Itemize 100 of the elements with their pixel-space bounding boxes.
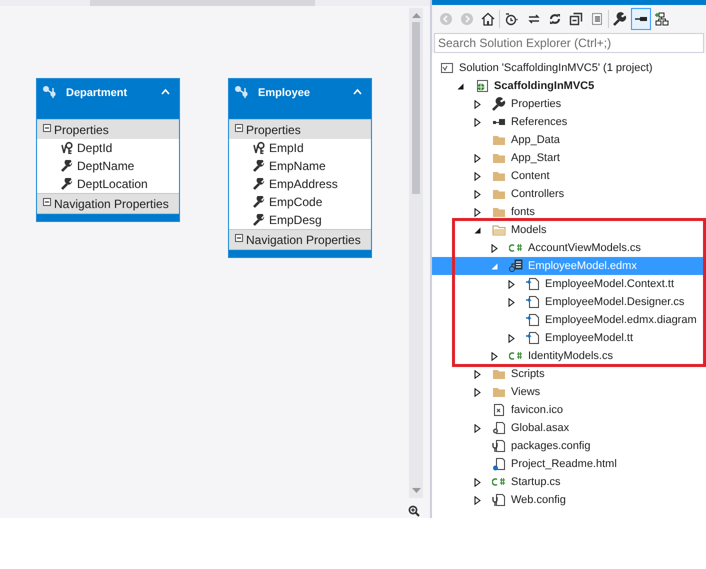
- folder-icon: [492, 169, 506, 183]
- property-name: EmpCode: [269, 194, 322, 211]
- tree-item[interactable]: Views: [432, 383, 706, 401]
- scrollbar[interactable]: [409, 8, 423, 498]
- collapsed-icon[interactable]: [474, 154, 481, 162]
- tree-item[interactable]: packages.config: [432, 437, 706, 455]
- item-label: EmployeeModel.Designer.cs: [545, 294, 684, 310]
- database-file-icon: [509, 259, 523, 273]
- collapsed-icon[interactable]: [474, 478, 481, 486]
- tree-item[interactable]: EmployeeModel.tt: [432, 329, 706, 347]
- collapse-icon[interactable]: [161, 89, 170, 95]
- entity-icon: [234, 85, 250, 99]
- item-label: Web.config: [511, 492, 566, 508]
- tree-item[interactable]: Controllers: [432, 185, 706, 203]
- folder-icon: [492, 151, 506, 165]
- config-file-icon: [492, 439, 506, 453]
- wrench-icon: [61, 178, 73, 190]
- tree-item[interactable]: favicon.ico: [432, 401, 706, 419]
- collapsed-icon[interactable]: [474, 496, 481, 504]
- tree-item[interactable]: EmployeeModel.Context.tt: [432, 275, 706, 293]
- expanded-icon[interactable]: [457, 82, 464, 90]
- key-icon: [61, 142, 73, 154]
- collapsed-icon[interactable]: [474, 118, 481, 126]
- item-label: Startup.cs: [511, 474, 561, 490]
- collapsed-icon[interactable]: [474, 424, 481, 432]
- tree-item[interactable]: EmployeeModel.edmx.diagram: [432, 311, 706, 329]
- tree-item[interactable]: EmployeeModel.Designer.cs: [432, 293, 706, 311]
- tree-item[interactable]: Properties: [432, 95, 706, 113]
- collapsed-icon[interactable]: [508, 280, 515, 288]
- collapsed-icon[interactable]: [508, 298, 515, 306]
- section-label: Properties: [54, 122, 109, 138]
- template-file-icon: [526, 331, 540, 345]
- tree-item[interactable]: AccountViewModels.cs: [432, 239, 706, 257]
- pin-icon[interactable]: [631, 8, 651, 30]
- key-icon: [253, 142, 265, 154]
- tree-item[interactable]: ScaffoldingInMVC5: [432, 77, 706, 95]
- tree-item[interactable]: Solution 'ScaffoldingInMVC5' (1 project): [432, 59, 706, 77]
- collapsed-icon[interactable]: [474, 388, 481, 396]
- item-label: References: [511, 114, 568, 130]
- collapsed-icon[interactable]: [491, 352, 498, 360]
- section-toggle-icon[interactable]: [43, 124, 51, 132]
- scroll-thumb[interactable]: [412, 22, 420, 194]
- tree-item[interactable]: App_Data: [432, 131, 706, 149]
- entity-card[interactable]: Department Properties DeptId DeptName DeptLocation Navigation Properties: [36, 78, 180, 222]
- item-label: AccountViewModels.cs: [528, 240, 641, 256]
- entity-title: Employee: [258, 86, 311, 101]
- item-label: ScaffoldingInMVC5: [494, 78, 594, 94]
- item-label: EmployeeModel.edmx: [528, 258, 637, 274]
- folder-icon: [492, 205, 506, 219]
- template-file-icon: [526, 313, 540, 327]
- web-file-icon: [492, 457, 506, 471]
- section-toggle-icon[interactable]: [235, 124, 243, 132]
- tree-item[interactable]: References: [432, 113, 706, 131]
- image-file-icon: [492, 403, 506, 417]
- property-name: EmpDesg: [269, 212, 322, 229]
- item-label: EmployeeModel.tt: [545, 330, 634, 346]
- item-label: EmployeeModel.edmx.diagram: [545, 312, 697, 328]
- item-label: App_Start: [511, 150, 560, 166]
- collapsed-icon[interactable]: [508, 334, 515, 342]
- collapse-icon[interactable]: [353, 89, 362, 95]
- tree-item[interactable]: Project_Readme.html: [432, 455, 706, 473]
- tree-item[interactable]: App_Start: [432, 149, 706, 167]
- tree-item[interactable]: Content: [432, 167, 706, 185]
- tree-item[interactable]: Web.config: [432, 491, 706, 509]
- collapsed-icon[interactable]: [474, 208, 481, 216]
- item-label: Models: [511, 222, 546, 238]
- tree-item[interactable]: Global.asax: [432, 419, 706, 437]
- folder-icon: [492, 367, 506, 381]
- item-label: Views: [511, 384, 540, 400]
- collapsed-icon[interactable]: [491, 244, 498, 252]
- tree-item[interactable]: Scripts: [432, 365, 706, 383]
- tree-item[interactable]: Startup.cs: [432, 473, 706, 491]
- property-name: DeptName: [77, 158, 134, 175]
- collapsed-icon[interactable]: [474, 172, 481, 180]
- zoom-icon[interactable]: [408, 505, 420, 517]
- collapsed-icon[interactable]: [474, 100, 481, 108]
- config-file-icon: [492, 493, 506, 507]
- entity-card[interactable]: Employee Properties EmpId EmpName EmpAddress EmpCode EmpDesg Navigation Properties: [228, 78, 372, 258]
- open-folder-icon: [492, 223, 506, 237]
- property-name: DeptId: [77, 140, 112, 157]
- folder-icon: [492, 187, 506, 201]
- item-label: Scripts: [511, 366, 545, 382]
- globe-icon: [475, 79, 489, 93]
- section-toggle-icon[interactable]: [235, 234, 243, 242]
- collapsed-icon[interactable]: [474, 370, 481, 378]
- item-label: Solution 'ScaffoldingInMVC5' (1 project): [459, 60, 653, 76]
- expanded-icon[interactable]: [474, 226, 481, 234]
- collapsed-icon[interactable]: [474, 190, 481, 198]
- entity-icon: [42, 85, 58, 99]
- tree-item[interactable]: Models: [432, 221, 706, 239]
- property-name: DeptLocation: [77, 176, 148, 193]
- template-file-icon: [526, 295, 540, 309]
- folder-icon: [492, 385, 506, 399]
- item-label: App_Data: [511, 132, 560, 148]
- property-name: EmpAddress: [269, 176, 338, 193]
- section-toggle-icon[interactable]: [43, 198, 51, 206]
- template-file-icon: [526, 277, 540, 291]
- tree-item[interactable]: fonts: [432, 203, 706, 221]
- tree-item[interactable]: IdentityModels.cs: [432, 347, 706, 365]
- item-label: IdentityModels.cs: [528, 348, 613, 364]
